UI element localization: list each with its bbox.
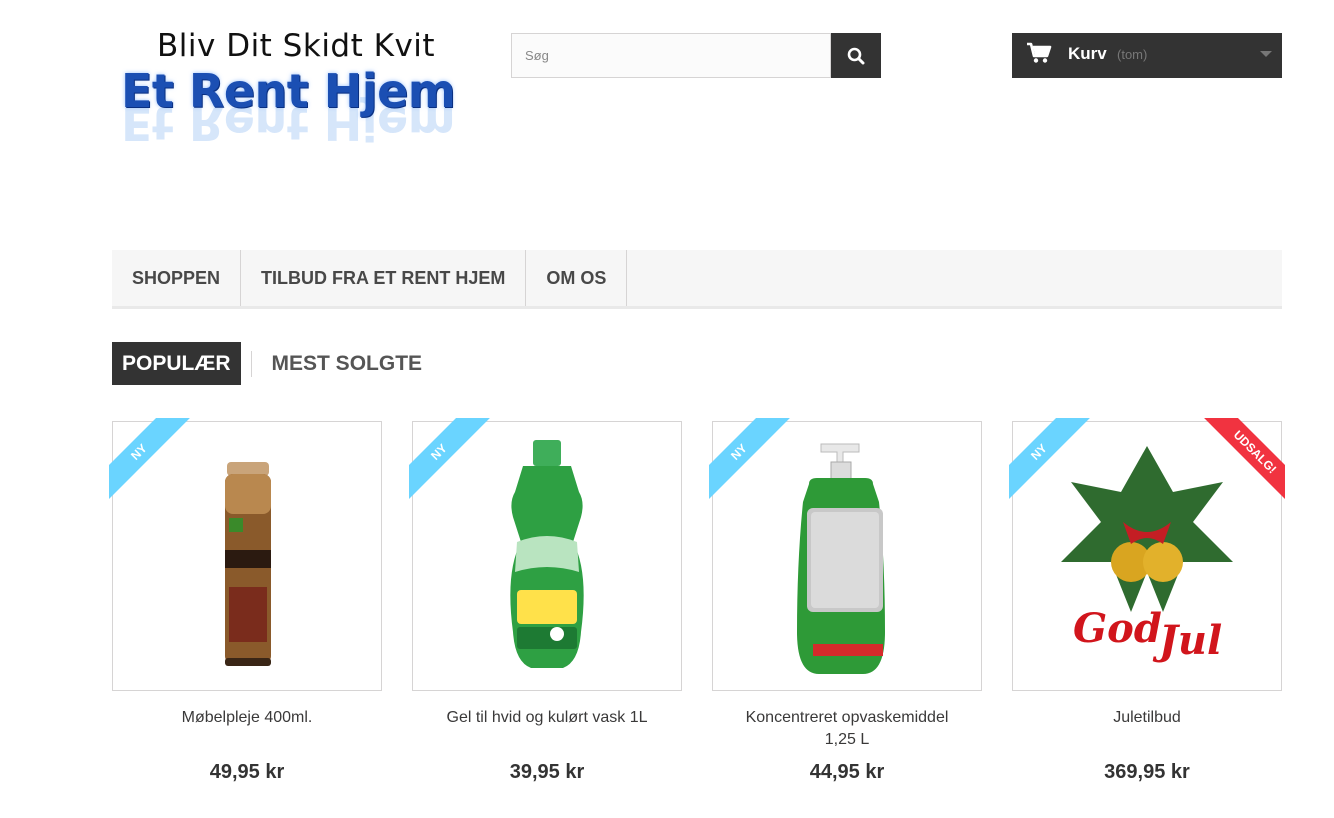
new-badge: Ny bbox=[109, 418, 194, 503]
chevron-down-icon bbox=[1260, 51, 1272, 57]
tab-divider bbox=[250, 350, 252, 377]
cart-label: Kurv bbox=[1068, 44, 1107, 63]
product-name[interactable]: Møbelpleje 400ml. bbox=[112, 707, 382, 753]
product-card: Ny Møbelpleje 400ml. 49,95 kr bbox=[109, 418, 382, 784]
product-image-link[interactable]: God Jul Ny Udsalg! bbox=[1009, 418, 1285, 691]
svg-text:Jul: Jul bbox=[1152, 617, 1222, 664]
product-image-link[interactable]: Ny bbox=[109, 418, 382, 691]
logo-tagline: Bliv Dit Skidt Kvit bbox=[157, 28, 436, 64]
product-name[interactable]: Koncentreret opvaskemiddel 1,25 L bbox=[712, 707, 982, 753]
main-menu: Shoppen Tilbud fra Et Rent Hjem Om os bbox=[112, 250, 1282, 309]
product-card: God Jul Ny Udsalg! Juletilbud 369,95 kr bbox=[1009, 418, 1285, 784]
search-button[interactable] bbox=[831, 33, 881, 78]
logo-title: Et Rent Hjem bbox=[121, 64, 456, 118]
product-name[interactable]: Gel til hvid og kulørt vask 1L bbox=[412, 707, 682, 753]
product-name[interactable]: Juletilbud bbox=[1012, 707, 1282, 753]
product-price: 369,95 kr bbox=[1104, 761, 1190, 783]
tab-populaer[interactable]: Populær bbox=[112, 342, 241, 385]
cart-status: (tom) bbox=[1117, 47, 1148, 62]
site-logo[interactable]: Bliv Dit Skidt Kvit Et Rent Hjem Et Rent… bbox=[115, 28, 456, 153]
product-price: 39,95 kr bbox=[509, 761, 585, 783]
search-icon bbox=[847, 47, 865, 64]
product-price: 44,95 kr bbox=[809, 761, 885, 783]
tab-mest-solgte[interactable]: Mest solgte bbox=[262, 342, 433, 385]
product-image-link[interactable]: Ny bbox=[409, 418, 682, 691]
new-badge: Ny bbox=[409, 418, 494, 503]
menu-item-shoppen[interactable]: Shoppen bbox=[112, 250, 242, 306]
product-card: Ny Gel til hvid og kulørt vask 1L 39,95 … bbox=[409, 418, 682, 784]
product-card: Ny Koncentreret opvaskemiddel 1,25 L 44,… bbox=[709, 418, 982, 784]
sale-badge: Udsalg! bbox=[1200, 418, 1285, 503]
menu-item-om-os[interactable]: Om os bbox=[526, 250, 628, 306]
svg-text:God: God bbox=[1073, 605, 1162, 652]
menu-item-tilbud[interactable]: Tilbud fra Et Rent Hjem bbox=[241, 250, 527, 306]
new-badge: Ny bbox=[709, 418, 794, 503]
new-badge: Ny bbox=[1009, 418, 1094, 503]
shopping-cart-icon bbox=[1027, 42, 1052, 63]
search-input[interactable] bbox=[511, 33, 831, 78]
cart-button[interactable]: Kurv (tom) bbox=[1012, 33, 1282, 78]
product-price: 49,95 kr bbox=[209, 761, 285, 783]
product-image-link[interactable]: Ny bbox=[709, 418, 982, 691]
product-tabs: Populær Mest solgte bbox=[112, 342, 432, 385]
